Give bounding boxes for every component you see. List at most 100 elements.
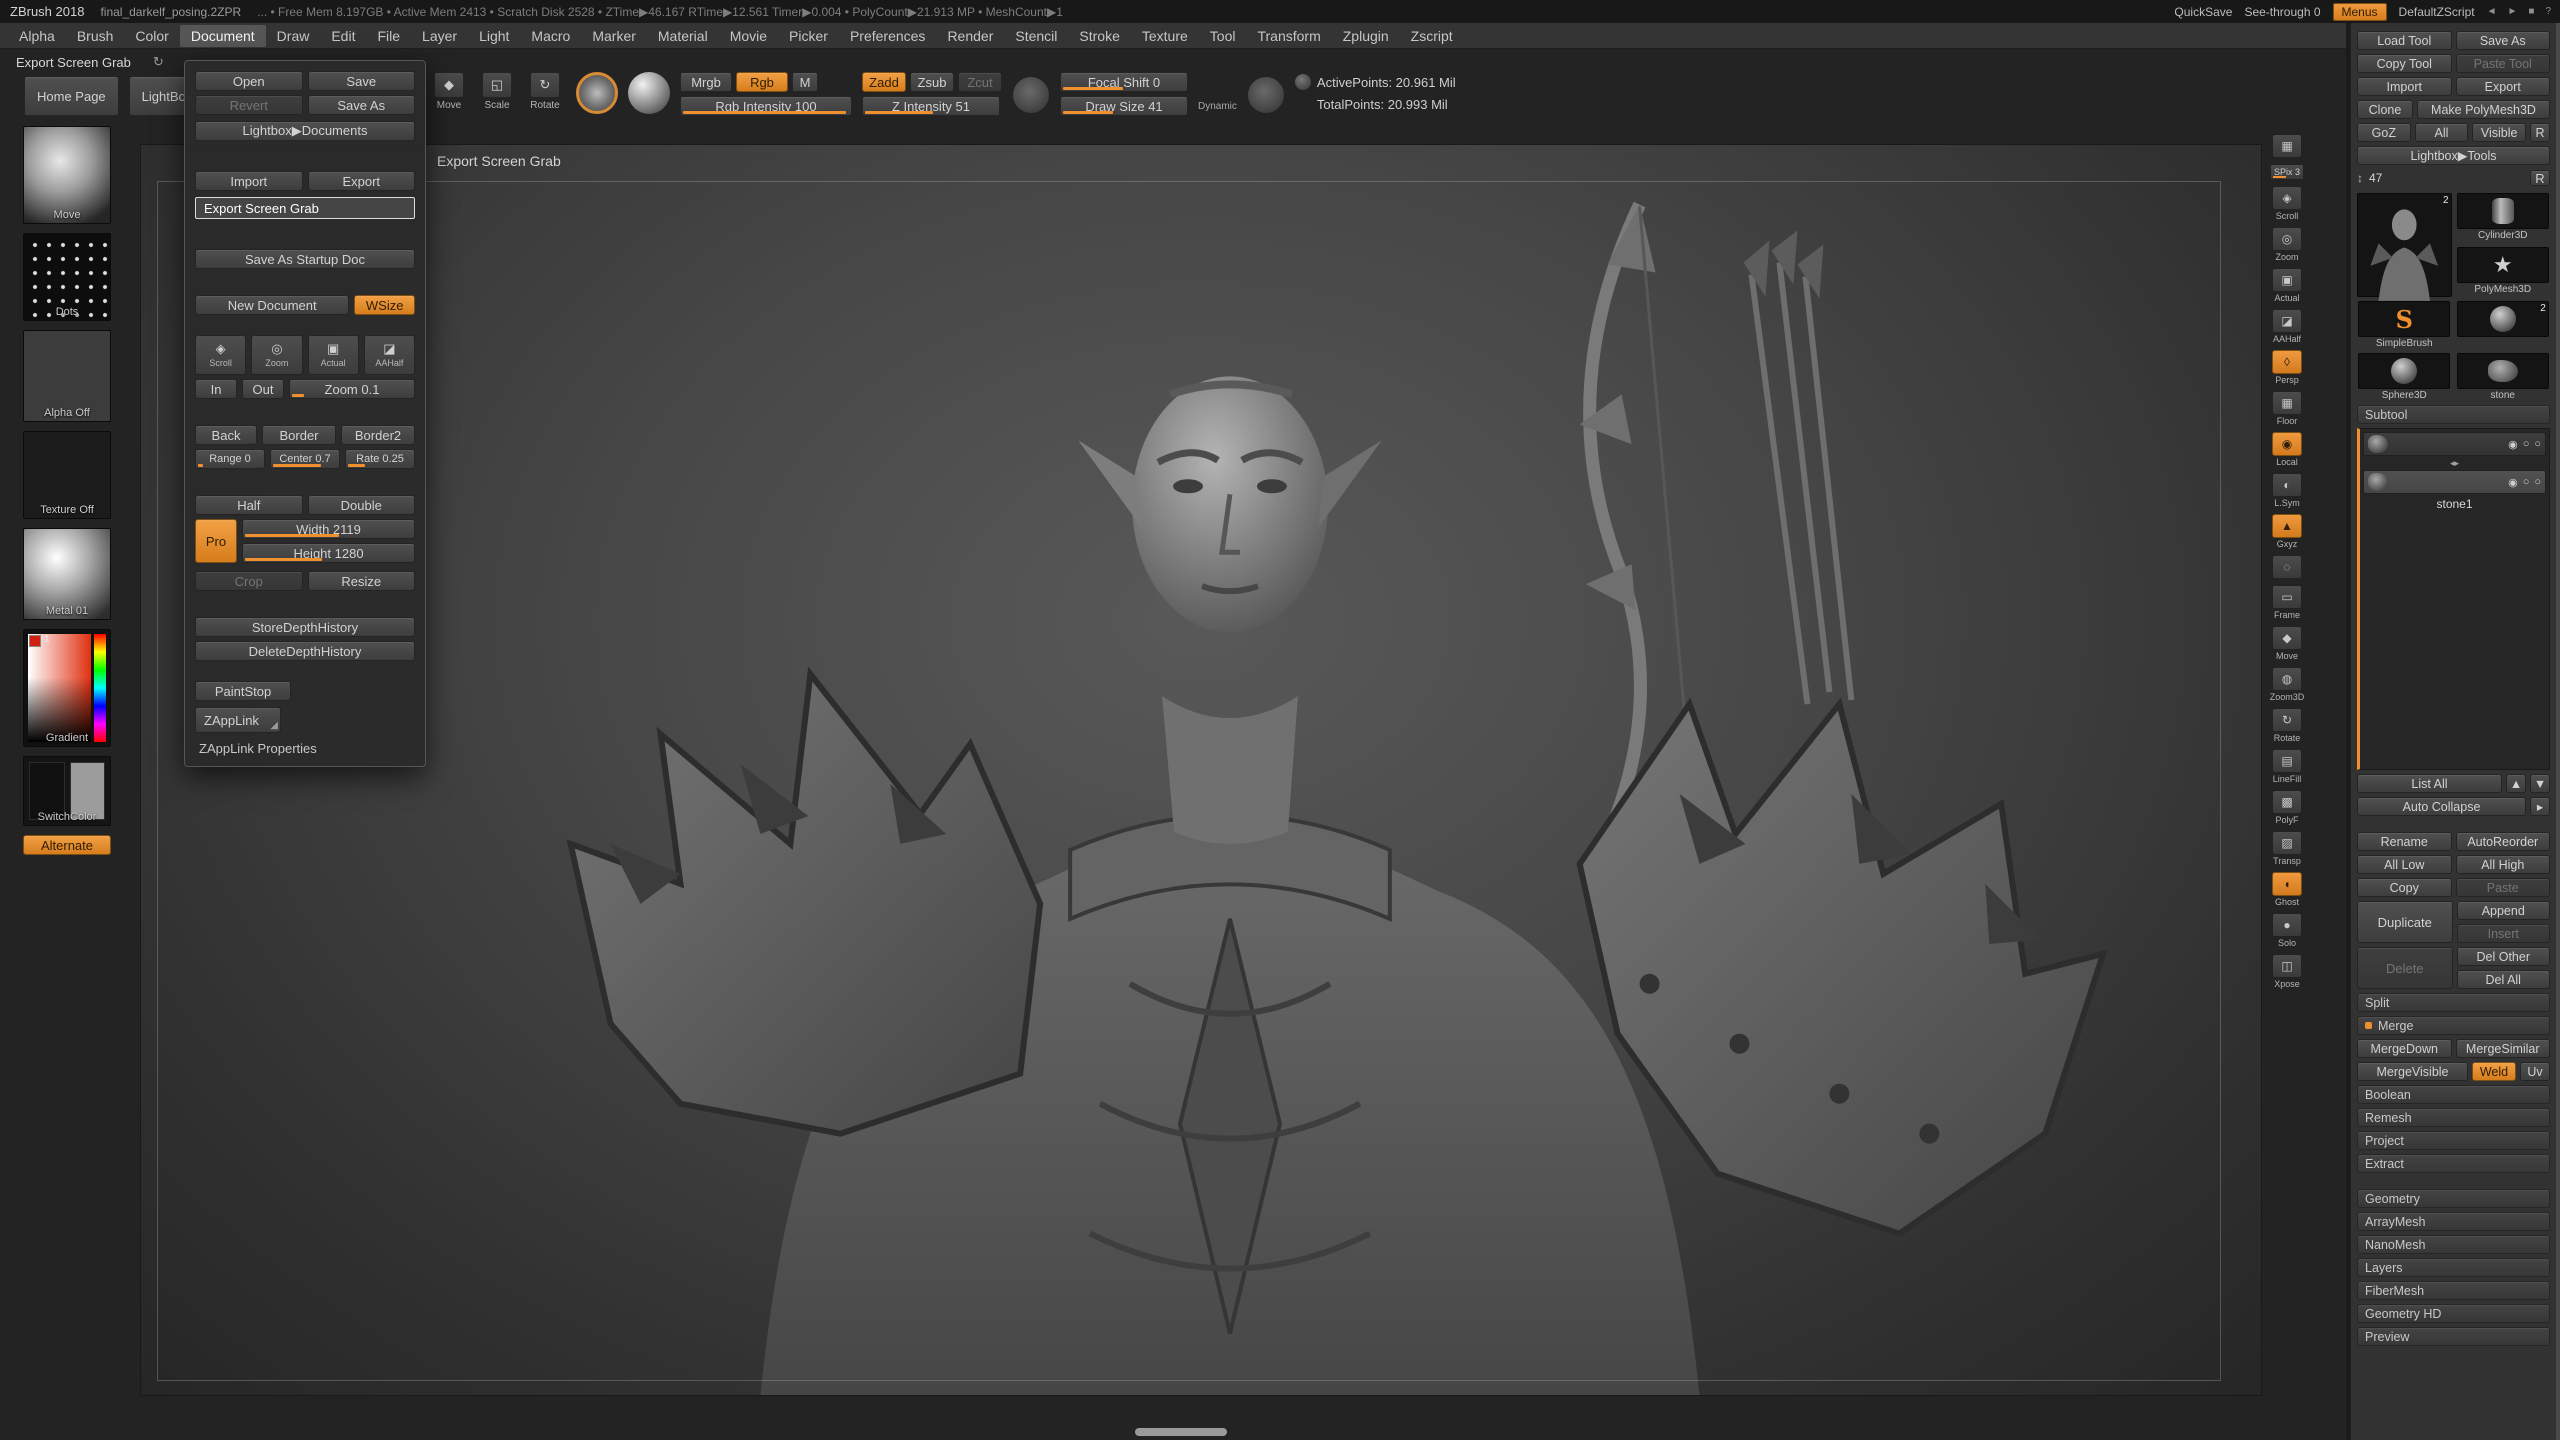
export-screen-grab-item[interactable]: Export Screen Grab [195, 197, 415, 219]
linefill-button[interactable]: ▤LineFill [2272, 749, 2302, 784]
menu-draw[interactable]: Draw [266, 25, 321, 47]
doc-save-button[interactable]: Save [308, 71, 416, 91]
menu-stroke[interactable]: Stroke [1068, 25, 1130, 47]
doc-open-button[interactable]: Open [195, 71, 303, 91]
zcut-button[interactable]: Zcut [958, 72, 1002, 92]
alpha-curve-knob-icon[interactable] [1247, 76, 1285, 114]
tool-polymesh3d[interactable]: ★ PolyMesh3D [2456, 247, 2551, 297]
doc-import-button[interactable]: Import [195, 171, 303, 191]
remesh-section[interactable]: Remesh [2357, 1108, 2550, 1127]
media-play-icon[interactable]: ► [2507, 6, 2516, 17]
delete-button[interactable]: Delete [2357, 947, 2453, 989]
doc-center-slider[interactable]: Center 0.7 [270, 449, 340, 469]
menu-color[interactable]: Color [124, 25, 179, 47]
menu-light[interactable]: Light [468, 25, 520, 47]
doc-rate-slider[interactable]: Rate 0.25 [345, 449, 415, 469]
shelf-move-button[interactable]: ◆Move [2272, 626, 2302, 661]
menu-render[interactable]: Render [936, 25, 1004, 47]
hue-strip[interactable] [94, 634, 106, 742]
menu-stencil[interactable]: Stencil [1004, 25, 1068, 47]
texture-thumb[interactable]: Texture Off [23, 431, 111, 519]
material-preview-icon[interactable] [628, 72, 670, 114]
xpose-button[interactable]: ◫Xpose [2272, 954, 2302, 989]
z-intensity-slider[interactable]: Z Intensity 51 [862, 96, 1000, 116]
home-page-button[interactable]: Home Page [24, 76, 119, 116]
merge-section[interactable]: Merge [2357, 1016, 2550, 1035]
doc-aahalf-button[interactable]: ◪ AAHalf [364, 335, 415, 375]
tool-second[interactable]: 2 [2456, 301, 2551, 349]
extract-section[interactable]: Extract [2357, 1154, 2550, 1173]
merge-down-button[interactable]: MergeDown [2357, 1039, 2452, 1058]
lightbox-documents-button[interactable]: Lightbox▶Documents [195, 121, 415, 141]
duplicate-button[interactable]: Duplicate [2357, 901, 2453, 943]
m-button[interactable]: M [792, 72, 818, 92]
shelf-zoom-button[interactable]: ◎Zoom [2272, 227, 2302, 262]
subtool-up-button[interactable]: ▲ [2506, 774, 2526, 793]
geometry-hd-section[interactable]: Geometry HD [2357, 1304, 2550, 1323]
media-stop-icon[interactable]: ■ [2528, 6, 2533, 17]
ghost-button[interactable]: ◖Ghost [2272, 872, 2302, 907]
rotate3d-button[interactable]: ↻Rotate [2272, 708, 2302, 743]
all-high-button[interactable]: All High [2456, 855, 2551, 874]
doc-height-slider[interactable]: Height 1280 [242, 543, 415, 563]
menu-marker[interactable]: Marker [581, 25, 647, 47]
sculpt-toggle-icon[interactable]: ○ [2534, 476, 2541, 488]
append-button[interactable]: Append [2457, 901, 2551, 920]
doc-resize-button[interactable]: Resize [308, 571, 416, 591]
inventory-updown-icon[interactable]: ↕ [2357, 171, 2363, 185]
active-tool-thumb[interactable]: 2 [2357, 193, 2452, 297]
geometry-section[interactable]: Geometry [2357, 1189, 2550, 1208]
merge-similar-button[interactable]: MergeSimilar [2456, 1039, 2551, 1058]
menu-alpha[interactable]: Alpha [8, 25, 66, 47]
mrgb-button[interactable]: Mrgb [680, 72, 732, 92]
load-tool-button[interactable]: Load Tool [2357, 31, 2452, 50]
doc-half-button[interactable]: Half [195, 495, 303, 515]
alternate-button[interactable]: Alternate [23, 835, 111, 855]
del-other-button[interactable]: Del Other [2457, 947, 2551, 966]
eye-icon[interactable]: ◉ [2508, 438, 2518, 451]
rename-button[interactable]: Rename [2357, 832, 2452, 851]
gyro-scale-button[interactable]: ◱ Scale [476, 72, 518, 111]
rgb-intensity-slider[interactable]: Rgb Intensity 100 [680, 96, 852, 116]
transp-button[interactable]: ▨Transp [2272, 831, 2302, 866]
menu-file[interactable]: File [366, 25, 411, 47]
split-section[interactable]: Split [2357, 993, 2550, 1012]
doc-out-button[interactable]: Out [242, 379, 284, 399]
collapse-arrow-button[interactable]: ▸ [2530, 797, 2550, 816]
gxyz-button[interactable]: ▲Gxyz [2272, 514, 2302, 549]
weld-button[interactable]: Weld [2472, 1062, 2516, 1081]
copy-button[interactable]: Copy [2357, 878, 2452, 897]
paintstop-button[interactable]: PaintStop [195, 681, 291, 701]
menu-macro[interactable]: Macro [520, 25, 581, 47]
default-zscript-button[interactable]: DefaultZScript [2399, 5, 2475, 19]
paste-button[interactable]: Paste [2456, 878, 2551, 897]
uv-button[interactable]: Uv [2520, 1062, 2550, 1081]
shelf-aahalf-button[interactable]: ◪AAHalf [2272, 309, 2302, 344]
r-button[interactable]: R [2530, 123, 2550, 142]
doc-border2-button[interactable]: Border2 [341, 425, 415, 445]
shelf-actual-button[interactable]: ▣Actual [2272, 268, 2302, 303]
import-button[interactable]: Import [2357, 77, 2452, 96]
help-icon[interactable]: ? [2545, 6, 2550, 17]
menu-brush[interactable]: Brush [66, 25, 125, 47]
doc-revert-button[interactable]: Revert [195, 95, 303, 115]
menu-tool[interactable]: Tool [1199, 25, 1247, 47]
tool-stone[interactable]: stone [2456, 353, 2551, 401]
menu-texture[interactable]: Texture [1131, 25, 1199, 47]
zapplink-properties-item[interactable]: ZAppLink Properties [195, 741, 317, 756]
paint-toggle-icon[interactable]: ○ [2523, 476, 2530, 488]
subtool-header[interactable]: Subtool [2357, 405, 2550, 424]
list-all-button[interactable]: List All [2357, 774, 2502, 793]
tool-sphere3d[interactable]: Sphere3D [2357, 353, 2452, 401]
doc-double-button[interactable]: Double [308, 495, 416, 515]
bpr-grid-button[interactable]: ▦ [2272, 134, 2302, 158]
layers-section[interactable]: Layers [2357, 1258, 2550, 1277]
doc-save-as-button[interactable]: Save As [308, 95, 416, 115]
fibermesh-section[interactable]: FiberMesh [2357, 1281, 2550, 1300]
menu-edit[interactable]: Edit [320, 25, 366, 47]
boolean-section[interactable]: Boolean [2357, 1085, 2550, 1104]
doc-in-button[interactable]: In [195, 379, 237, 399]
paint-toggle-icon[interactable]: ○ [2523, 438, 2530, 450]
dynamic-label[interactable]: Dynamic [1198, 101, 1237, 112]
stroke-type-thumb[interactable]: Dots [23, 233, 111, 321]
